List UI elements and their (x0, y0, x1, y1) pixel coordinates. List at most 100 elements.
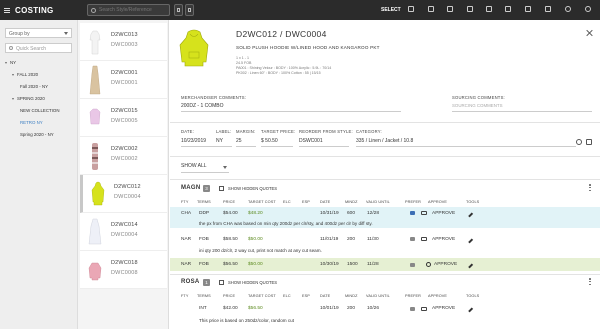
quote-price: $58.50 (223, 237, 238, 242)
tree-item-new-collection[interactable]: NEW COLLECTION (20, 108, 60, 113)
approve-button[interactable]: APPROVE (434, 262, 457, 267)
style-search-input[interactable] (99, 7, 169, 13)
spec-line: PK002 : Linen 60" : BODY : 100% Cotton :… (236, 71, 321, 75)
settings-icon[interactable] (565, 6, 571, 12)
approve-button[interactable]: APPROVE (432, 237, 455, 242)
spec-line: 1 x 1 - 1 (236, 56, 249, 60)
dress-thumbnail (89, 65, 101, 95)
style-card[interactable]: D2WC014 DWC0004 (80, 213, 167, 251)
more-options-icon[interactable] (589, 278, 591, 286)
style-ref: DWC0002 (111, 156, 138, 162)
hoodie-image (179, 29, 209, 67)
style-card[interactable]: D2WC015 DWC0005 (80, 99, 167, 137)
show-hidden-checkbox[interactable] (219, 186, 224, 191)
margin-field[interactable]: 25 (236, 138, 256, 147)
reorder-select[interactable]: DSWC001 (299, 138, 349, 147)
menu-icon[interactable] (4, 7, 10, 13)
quote-fty: NAR (181, 237, 192, 242)
approve-button[interactable]: APPROVE (432, 306, 455, 311)
quote-filter-select[interactable]: SHOW ALL (181, 163, 229, 173)
quick-search-input[interactable]: Quick Search (5, 43, 72, 53)
folder-icon[interactable] (428, 6, 434, 12)
tree-item-spring-2020-ny[interactable]: Spring 2020 - NY (20, 132, 54, 137)
style-card-selected[interactable]: D2WC012 DWC0004 (80, 175, 167, 213)
edit-icon[interactable] (468, 238, 473, 244)
dress-thumbnail (88, 218, 102, 245)
thumbs-up-icon[interactable] (410, 211, 415, 215)
edit-icon[interactable] (468, 307, 473, 313)
user-icon[interactable] (585, 6, 591, 12)
sourcing-comments-label: SOURCING COMMENTS: (452, 95, 505, 100)
column-header: MINDZ (345, 200, 358, 204)
print-icon[interactable] (505, 6, 511, 12)
group-by-select[interactable]: Group by (5, 28, 72, 38)
style-card[interactable]: D2WC001 DWC0001 (80, 61, 167, 99)
approve-button[interactable]: APPROVE (432, 211, 455, 216)
style-code: D2WC018 (111, 260, 138, 266)
quote-comment: ini qty 200 dz/clr, 2 way cut, print not… (199, 248, 322, 253)
quote-count-badge: 1 (203, 279, 210, 286)
share-icon[interactable] (486, 6, 492, 12)
more-options-icon[interactable] (589, 184, 591, 192)
quote-fty: CHA (181, 211, 192, 216)
column-header: DATE (320, 294, 331, 298)
quote-comment: This price is based on 250dz/color, rand… (199, 318, 294, 323)
show-hidden-checkbox[interactable] (219, 280, 224, 285)
divider (170, 274, 600, 275)
tree-item-fall-2020[interactable]: FALL 2020 (12, 72, 38, 77)
style-code: D2WC015 (111, 108, 138, 114)
tree-item-retro-ny[interactable]: RETRO NY (20, 120, 43, 125)
style-description: SOLID PLUSH HOODIE W/LINED HOOD AND KANG… (236, 45, 380, 50)
style-code: D2WC013 (111, 32, 138, 38)
style-search-box[interactable] (87, 4, 170, 16)
style-ref: DWC0001 (111, 80, 138, 86)
quote-mindz: 200 (347, 237, 356, 242)
target-price-field[interactable]: $ 50.50 (261, 138, 293, 147)
copy-icon[interactable] (467, 6, 473, 12)
tree-item-fall-2020-ny[interactable]: Fall 2020 - NY (20, 84, 48, 89)
sourcing-comments-field[interactable]: SOURCING COMMENTS (452, 103, 592, 112)
tree-item-ny[interactable]: NY (5, 60, 16, 65)
delete-icon[interactable] (586, 139, 592, 145)
tee-thumbnail (89, 30, 101, 55)
show-hidden-label: SHOW HIDDEN QUOTES (228, 280, 278, 285)
style-code: D2WC012 (114, 184, 141, 190)
thumbs-up-icon[interactable] (410, 263, 415, 267)
select-button[interactable]: SELECT (381, 7, 401, 13)
thumbs-up-icon[interactable] (410, 307, 415, 311)
style-detail-panel: D2WC012 / DWC0004 SOLID PLUSH HOODIE W/L… (170, 20, 600, 329)
date-field[interactable]: 10/23/2019 (181, 138, 216, 147)
label-field[interactable]: NY (216, 138, 232, 147)
comment-icon[interactable] (421, 237, 427, 241)
style-card[interactable]: D2WC013 DWC0003 (80, 23, 167, 61)
view-toggle-button[interactable] (185, 4, 194, 16)
document-icon[interactable] (408, 6, 414, 12)
clear-icon[interactable] (576, 139, 582, 145)
column-header: APPROVE (428, 200, 448, 204)
list-icon[interactable] (545, 6, 551, 12)
tree-item-spring-2020[interactable]: SPRING 2020 (12, 96, 45, 101)
style-card[interactable]: D2WC002 DWC0002 (80, 137, 167, 175)
category-field[interactable]: 335 / Linen / Jacket / 10.8 (356, 138, 576, 147)
close-icon[interactable] (586, 29, 593, 36)
style-card[interactable]: D2WC018 DWC0008 (80, 251, 167, 289)
quote-mindz: 1500 (347, 262, 358, 267)
vendor-name: MAGN (181, 185, 201, 191)
reorder-label: REORDER FROM STYLE: (299, 129, 353, 134)
style-code: D2WC001 (111, 70, 138, 76)
filter-button[interactable] (174, 4, 183, 16)
thumbs-up-icon[interactable] (410, 237, 415, 241)
merch-comments-field[interactable]: 200DZ - 1 COMBO (181, 103, 401, 112)
comment-icon[interactable] (421, 307, 427, 311)
comment-icon[interactable] (421, 211, 427, 215)
column-header: ESP (302, 200, 310, 204)
quote-filter-value: SHOW ALL (181, 163, 207, 169)
quote-target-cost: $56.50 (248, 306, 263, 311)
show-hidden-label: SHOW HIDDEN QUOTES (228, 186, 278, 191)
quote-fty: INT (199, 306, 207, 311)
chat-icon[interactable] (447, 6, 453, 12)
spec-line: PA001 : Shining Velour : BODY : 100% Acr… (236, 66, 332, 70)
image-icon[interactable] (525, 6, 531, 12)
caret-down-icon (12, 97, 14, 100)
column-header: PRICE (223, 294, 236, 298)
